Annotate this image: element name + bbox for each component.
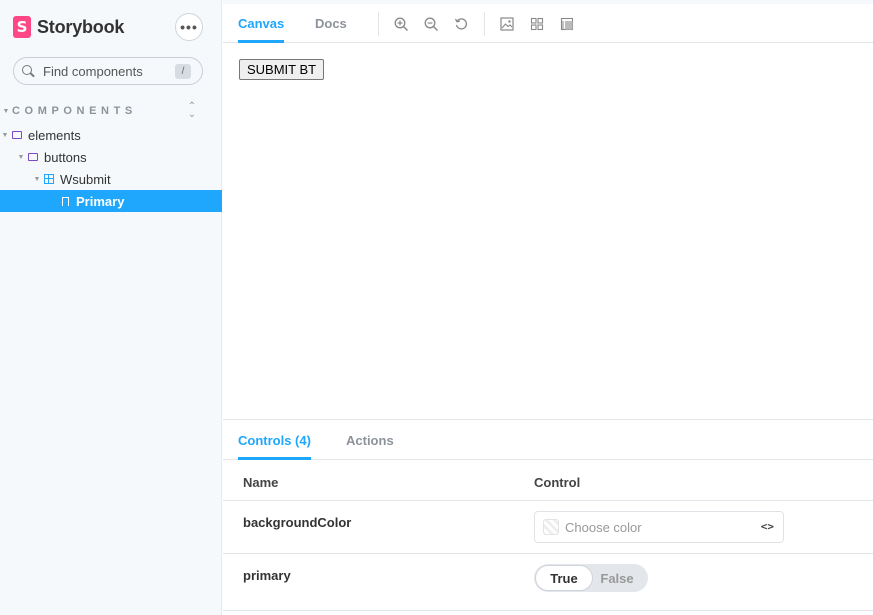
column-header-name: Name <box>243 475 279 490</box>
table-row: backgroundColor <> <box>223 501 873 554</box>
chevron-down-icon: ▼ <box>2 107 10 115</box>
tree-item-elements[interactable]: ▼ elements <box>0 124 222 146</box>
zoom-out-icon[interactable] <box>423 16 439 32</box>
tree-item-buttons[interactable]: ▼ buttons <box>0 146 222 168</box>
tree-item-label: buttons <box>44 149 87 165</box>
storybook-logo-icon: S <box>13 16 31 38</box>
table-row: primary True False <box>223 554 873 611</box>
background-icon[interactable] <box>499 16 515 32</box>
components-section-header[interactable]: ▼ COMPONENTS ⌃ ⌄ <box>0 102 222 120</box>
folder-icon <box>12 130 22 140</box>
sidebar: S Storybook ••• / ▼ COMPONENTS ⌃⌄ ▼ elem… <box>0 0 222 615</box>
zoom-reset-icon[interactable] <box>453 16 469 32</box>
prop-name: backgroundColor <box>243 515 352 530</box>
collapse-all-icon[interactable]: ⌃ ⌄ <box>187 102 197 120</box>
toolbar-divider <box>484 12 485 36</box>
story-canvas: SUBMIT BT <box>223 44 873 419</box>
tree-item-label: Primary <box>76 193 125 209</box>
search-icon <box>22 64 35 78</box>
color-swatch-icon[interactable] <box>543 519 559 535</box>
tree-item-wsubmit[interactable]: ▼ Wsubmit <box>0 168 222 190</box>
addon-tabs: Controls (4) Actions <box>223 420 873 460</box>
bookmark-icon <box>60 196 70 206</box>
grid-icon[interactable] <box>529 16 545 32</box>
chevron-down-icon: ▼ <box>17 153 25 161</box>
color-picker-field[interactable]: <> <box>534 511 784 543</box>
chevron-down-icon: ▼ <box>1 131 9 139</box>
tree-item-label: Wsubmit <box>60 171 111 187</box>
chevron-down-icon: ▼ <box>33 175 41 183</box>
section-title: COMPONENTS <box>12 105 137 117</box>
folder-icon <box>28 152 38 162</box>
tab-canvas[interactable]: Canvas <box>238 4 285 43</box>
tab-actions[interactable]: Actions <box>346 420 394 460</box>
tab-docs[interactable]: Docs <box>315 4 347 43</box>
search-box[interactable]: / <box>13 57 203 85</box>
addons-panel: Controls (4) Actions Name Control backgr… <box>223 419 873 615</box>
tree-item-primary[interactable]: Primary <box>0 190 222 212</box>
toolbar: Canvas Docs <box>223 0 873 43</box>
submit-button[interactable]: SUBMIT BT <box>239 59 325 80</box>
brand[interactable]: S Storybook <box>13 15 124 39</box>
code-icon[interactable]: <> <box>761 520 774 533</box>
controls-table-header: Name Control <box>223 461 873 501</box>
search-input[interactable] <box>43 63 173 79</box>
zoom-in-icon[interactable] <box>393 16 409 32</box>
toolbar-divider <box>378 12 379 36</box>
boolean-toggle[interactable]: True False <box>534 564 648 592</box>
outline-icon[interactable] <box>559 16 575 32</box>
component-icon <box>44 174 54 184</box>
tab-controls[interactable]: Controls (4) <box>238 420 311 460</box>
color-input[interactable] <box>565 519 745 535</box>
prop-name: primary <box>243 568 291 583</box>
search-shortcut-key: / <box>175 64 191 79</box>
tree-item-label: elements <box>28 127 81 143</box>
toggle-option-false[interactable]: False <box>592 566 642 590</box>
column-header-control: Control <box>534 475 581 490</box>
sidebar-menu-button[interactable]: ••• <box>175 13 203 41</box>
toggle-option-true[interactable]: True <box>536 566 592 590</box>
brand-name: Storybook <box>37 16 125 37</box>
